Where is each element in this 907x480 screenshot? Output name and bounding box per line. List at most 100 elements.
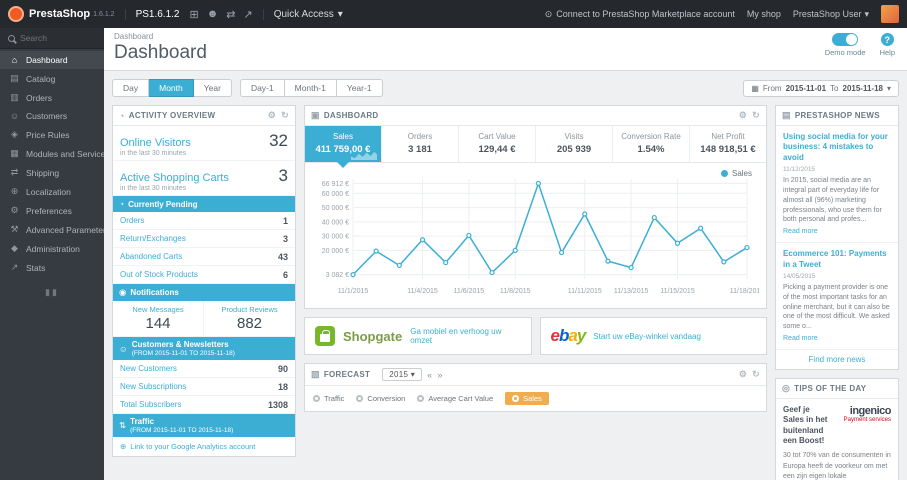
sidebar-item-label: Shipping xyxy=(26,167,60,178)
find-more-news-link[interactable]: Find more news xyxy=(776,350,898,369)
read-more-link[interactable]: Read more xyxy=(783,228,818,235)
date-from-label: From xyxy=(762,83,782,93)
ebay-link[interactable]: Start uw eBay-winkel vandaag xyxy=(593,332,701,341)
kpi-sales[interactable]: Sales 411 759,00 € xyxy=(305,126,382,168)
my-shop-link[interactable]: My shop xyxy=(747,9,781,19)
new-messages-cell[interactable]: New Messages 144 xyxy=(113,301,204,336)
date-range-picker[interactable]: ▦ From 2015-11-01 To 2015-11-18 ▾ xyxy=(743,79,899,97)
ebay-logo-text: ebay xyxy=(550,326,587,345)
search-input[interactable] xyxy=(20,33,90,43)
kpi-net-profit[interactable]: Net Profit 148 918,51 € xyxy=(690,126,766,162)
shop-name-link[interactable]: PS1.6.1.2 xyxy=(124,8,179,20)
avatar[interactable] xyxy=(881,5,899,23)
cart-icon[interactable]: ⊞ xyxy=(189,8,198,21)
collapse-menu-button[interactable]: ▮▮ xyxy=(0,277,104,308)
sidebar-item-catalog[interactable]: ▤ Catalog xyxy=(0,69,104,88)
forecast-legend-conversion[interactable]: Conversion xyxy=(356,394,405,403)
launch-icon[interactable]: ↗ xyxy=(244,8,253,21)
sidebar-search[interactable] xyxy=(0,28,104,49)
band-title: Traffic (FROM 2015-11-01 TO 2015-11-18) xyxy=(130,417,234,434)
sidebar-item-label: Price Rules xyxy=(26,129,70,140)
pending-returns-row[interactable]: Return/Exchanges 3 xyxy=(113,230,295,248)
filter-day-1-button[interactable]: Day-1 xyxy=(239,79,285,97)
user-menu[interactable]: PrestaShop User ▾ xyxy=(793,9,869,20)
kpi-cart-value[interactable]: Cart Value 129,44 € xyxy=(459,126,536,162)
previous-year-button[interactable]: « xyxy=(427,370,432,380)
article-date: 14/05/2015 xyxy=(783,272,816,280)
sidebar-item-administration[interactable]: ◆ Administration xyxy=(0,239,104,258)
sidebar-item-dashboard[interactable]: ⌂ Dashboard xyxy=(0,51,104,69)
sidebar-item-preferences[interactable]: ⚙ Preferences xyxy=(0,201,104,220)
sidebar-item-label: Administration xyxy=(26,243,80,254)
google-analytics-link[interactable]: ⊕ Link to your Google Analytics account xyxy=(113,437,295,456)
marketplace-link[interactable]: ⊙ Connect to PrestaShop Marketplace acco… xyxy=(545,9,735,20)
sidebar-item-orders[interactable]: ▥ Orders xyxy=(0,88,104,107)
filter-year-button[interactable]: Year xyxy=(193,79,232,97)
gear-icon[interactable]: ⚙ xyxy=(739,369,747,380)
forecast-legend: Traffic Conversion Average Cart Value Sa… xyxy=(305,386,766,411)
total-subscribers-row[interactable]: Total Subscribers 1308 xyxy=(113,396,295,414)
shipping-icon[interactable]: ⇄ xyxy=(226,8,235,21)
main-area: Dashboard Dashboard Demo mode ? Help Day… xyxy=(104,28,907,480)
filter-year-1-button[interactable]: Year-1 xyxy=(336,79,383,97)
refresh-icon[interactable]: ↻ xyxy=(281,110,289,121)
out-of-stock-row[interactable]: Out of Stock Products 6 xyxy=(113,266,295,284)
search-icon xyxy=(8,34,15,42)
article-title-link[interactable]: Using social media for your business: 4 … xyxy=(783,132,891,163)
refresh-icon[interactable]: ↻ xyxy=(752,110,760,121)
filter-month-1-button[interactable]: Month-1 xyxy=(284,79,337,97)
new-customers-row[interactable]: New Customers 90 xyxy=(113,360,295,378)
forecast-icon: ▧ xyxy=(311,369,320,379)
tips-text: 30 tot 70% van de consumenten in Europa … xyxy=(783,452,891,480)
filter-day-button[interactable]: Day xyxy=(112,79,150,97)
shopgate-ad[interactable]: Shopgate Ga mobiel en verhoog uw omzet xyxy=(304,317,532,355)
forecast-year-select[interactable]: 2015 ▾ xyxy=(382,368,423,381)
customer-icon[interactable]: ☻ xyxy=(207,8,219,21)
svg-text:3 082 €: 3 082 € xyxy=(326,272,349,279)
sidebar-item-label: Stats xyxy=(26,262,46,273)
quick-access-menu[interactable]: Quick Access ▾ xyxy=(262,8,343,20)
read-more-link[interactable]: Read more xyxy=(783,335,818,342)
date-from-value: 2015-11-01 xyxy=(785,83,827,93)
filter-month-button[interactable]: Month xyxy=(149,79,194,97)
help-icon[interactable]: ? xyxy=(880,33,894,46)
sidebar-menu: ⌂ Dashboard ▤ Catalog ▥ Orders ☺ Customers ◈… xyxy=(0,51,104,277)
sidebar-item-stats[interactable]: ↗ Stats xyxy=(0,258,104,277)
demo-mode-label: Demo mode xyxy=(824,48,866,57)
kpi-visits[interactable]: Visits 205 939 xyxy=(536,126,613,162)
sidebar-item-price-rules[interactable]: ◈ Price Rules xyxy=(0,125,104,144)
article-title-link[interactable]: Ecommerce 101: Payments in a Tweet xyxy=(783,249,891,270)
dashboard-content: Day Month Year Day-1 Month-1 Year-1 ▦ Fr… xyxy=(104,71,907,480)
kpi-orders[interactable]: Orders 3 181 xyxy=(382,126,459,162)
pending-orders-row[interactable]: Orders 1 xyxy=(113,212,295,230)
sidebar-item-advanced-parameters[interactable]: ⚒ Advanced Parameters xyxy=(0,220,104,239)
forecast-legend-traffic[interactable]: Traffic xyxy=(313,394,344,403)
new-subscriptions-row[interactable]: New Subscriptions 18 xyxy=(113,378,295,396)
abandoned-carts-row[interactable]: Abandoned Carts 43 xyxy=(113,248,295,266)
gear-icon[interactable]: ⚙ xyxy=(268,110,276,121)
prestashop-logo[interactable]: PrestaShop 1.6.1.2 xyxy=(8,6,115,22)
sidebar-item-shipping[interactable]: ⇄ Shipping xyxy=(0,163,104,182)
tips-content: Geef je Sales in het buitenland een Boos… xyxy=(776,399,898,480)
sidebar-item-modules[interactable]: ▦ Modules and Services xyxy=(0,144,104,163)
next-year-button[interactable]: » xyxy=(437,370,442,380)
shopgate-link[interactable]: Ga mobiel en verhoog uw omzet xyxy=(410,327,520,345)
prestashop-news-panel: ▤ PRESTASHOP NEWS Using social media for… xyxy=(775,105,899,370)
demo-mode-toggle[interactable] xyxy=(832,33,859,46)
gear-icon[interactable]: ⚙ xyxy=(739,110,747,121)
forecast-legend-sales[interactable]: Sales xyxy=(505,392,549,405)
kpi-conversion-rate[interactable]: Conversion Rate 1.54% xyxy=(613,126,690,162)
band-date-range: (FROM 2015-11-01 TO 2015-11-18) xyxy=(130,427,234,434)
online-visitors-link[interactable]: Online Visitors xyxy=(120,137,269,149)
prestashop-admin: PrestaShop 1.6.1.2 PS1.6.1.2 ⊞ ☻ ⇄ ↗ Qui… xyxy=(0,0,907,480)
chevron-down-icon: ▾ xyxy=(337,8,343,20)
active-carts-link[interactable]: Active Shopping Carts xyxy=(120,172,279,184)
sidebar-item-customers[interactable]: ☺ Customers xyxy=(0,107,104,125)
chart-legend: Sales xyxy=(720,169,752,178)
product-reviews-cell[interactable]: Product Reviews 882 xyxy=(204,301,295,336)
ebay-ad[interactable]: ebay Start uw eBay-winkel vandaag xyxy=(539,317,767,355)
sidebar-item-localization[interactable]: ⊕ Localization xyxy=(0,182,104,201)
breadcrumb[interactable]: Dashboard xyxy=(114,32,897,41)
refresh-icon[interactable]: ↻ xyxy=(752,369,760,380)
forecast-legend-average-cart-value[interactable]: Average Cart Value xyxy=(417,394,493,403)
